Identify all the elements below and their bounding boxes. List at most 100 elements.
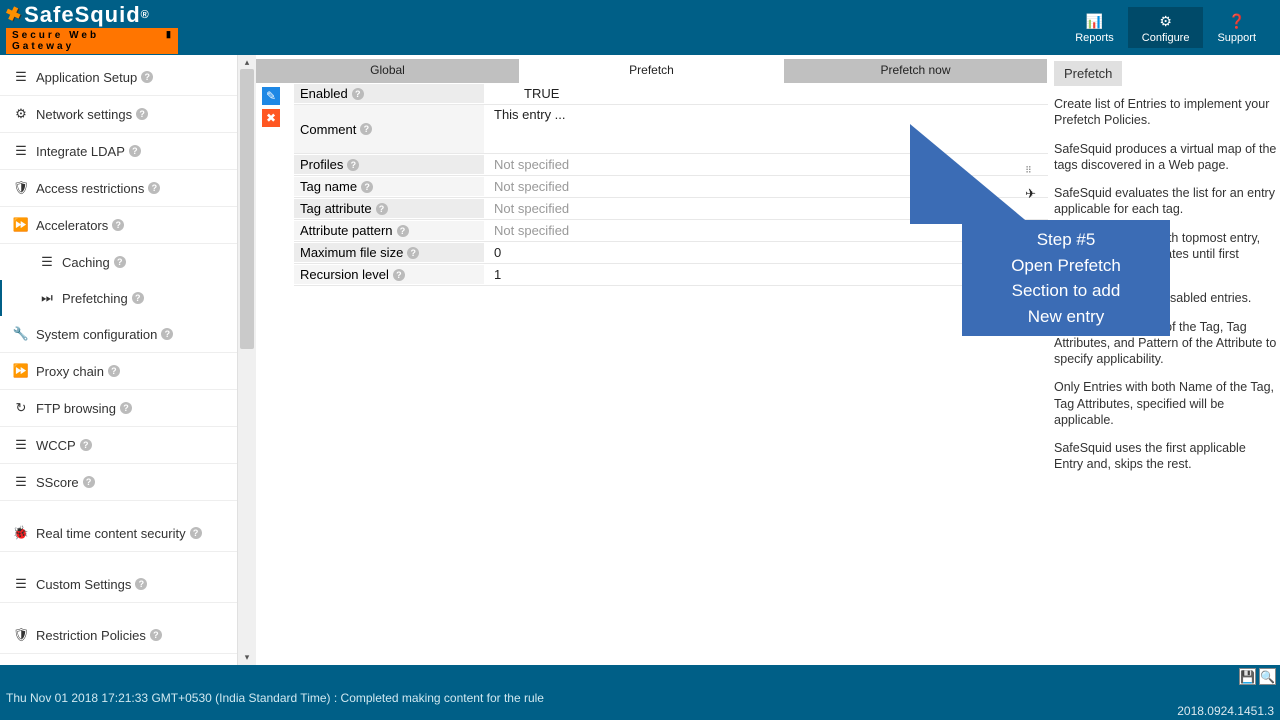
logo-text: ✖ SafeSquid ® (6, 2, 178, 28)
help-badge-icon[interactable]: ? (108, 365, 120, 377)
help-badge-icon[interactable]: ? (150, 629, 162, 641)
sidebar-scrollbar[interactable]: ▴ ▾ (238, 55, 256, 665)
configure-label: Configure (1142, 32, 1190, 44)
right-panel-text: SafeSquid produces a virtual map of the … (1054, 141, 1278, 174)
help-badge-icon[interactable]: ? (376, 203, 388, 215)
help-badge-icon[interactable]: ? (129, 145, 141, 157)
help-badge-icon[interactable]: ? (352, 88, 364, 100)
help-badge-icon[interactable]: ? (83, 476, 95, 488)
sidebar-item-label: Integrate LDAP (36, 144, 125, 159)
search-button[interactable]: 🔍 (1259, 668, 1276, 685)
sidebar-item-network[interactable]: ⚙Network settings? (0, 96, 237, 133)
reports-button[interactable]: 📊 Reports (1061, 7, 1128, 48)
logo-subtitle: Secure Web Gateway (6, 28, 178, 54)
help-badge-icon[interactable]: ? (141, 71, 153, 83)
sidebar-item-label: Restriction Policies (36, 628, 146, 643)
sliders-icon: ☰ (12, 576, 30, 592)
help-badge-icon[interactable]: ? (148, 182, 160, 194)
row-maxfile: Maximum file size? 0 (294, 242, 1048, 264)
sidebar-item-label: Caching (62, 255, 110, 270)
sidebar-item-accelerators[interactable]: ⏩Accelerators? (0, 207, 237, 244)
help-badge-icon[interactable]: ? (132, 292, 144, 304)
wrench-icon: ✖ (3, 2, 25, 27)
callout-line: Step #5 (962, 227, 1170, 253)
field-label: Tag attribute? (294, 199, 484, 218)
right-panel-title: Prefetch (1054, 61, 1122, 86)
sidebar-item-caching[interactable]: ☰ Caching? (0, 244, 237, 280)
right-panel-text: Create list of Entries to implement your… (1054, 96, 1278, 129)
callout-line: Open Prefetch (962, 253, 1170, 279)
help-badge-icon[interactable]: ? (360, 123, 372, 135)
sidebar-item-ldap[interactable]: ☰ Integrate LDAP? (0, 133, 237, 170)
forward-icon: ⏩ (12, 363, 30, 379)
help-badge-icon[interactable]: ? (361, 181, 373, 193)
header-nav: 📊 Reports ⚙ Configure ❓ Support (1061, 7, 1270, 48)
right-panel-text: SafeSquid evaluates the list for an entr… (1054, 185, 1278, 218)
sliders-icon: ☰ (12, 69, 30, 85)
help-icon: ❓ (1217, 13, 1256, 30)
header-bar: ✖ SafeSquid ® Secure Web Gateway 📊 Repor… (0, 0, 1280, 55)
field-value: TRUE (484, 84, 569, 103)
sidebar-item-label: System configuration (36, 327, 157, 342)
field-value: 1 (484, 265, 511, 284)
sidebar-item-label: Network settings (36, 107, 132, 122)
support-label: Support (1217, 32, 1256, 44)
help-badge-icon[interactable]: ? (112, 219, 124, 231)
sidebar-item-label: Access restrictions (36, 181, 144, 196)
sidebar-item-proxy[interactable]: ⏩Proxy chain? (0, 353, 237, 390)
sidebar-item-label: FTP browsing (36, 401, 116, 416)
help-badge-icon[interactable]: ? (80, 439, 92, 451)
sidebar-item-realtime[interactable]: 🐞Real time content security? (0, 515, 237, 552)
help-badge-icon[interactable]: ? (190, 527, 202, 539)
sidebar-item-app-setup[interactable]: ☰ Application Setup? (0, 59, 237, 96)
help-badge-icon[interactable]: ? (114, 256, 126, 268)
field-label: Enabled? (294, 84, 484, 103)
sidebar: ☰ Application Setup? ⚙Network settings? ☰… (0, 55, 238, 665)
sidebar-item-wccp[interactable]: ☰WCCP? (0, 427, 237, 464)
save-button[interactable]: 💾 (1239, 668, 1256, 685)
logo-reg: ® (141, 9, 150, 21)
logo-main: SafeSquid (24, 2, 141, 28)
scroll-thumb[interactable] (240, 69, 254, 349)
tab-prefetch[interactable]: Prefetch (520, 59, 784, 83)
scroll-up-icon[interactable]: ▴ (238, 57, 256, 68)
help-badge-icon[interactable]: ? (161, 328, 173, 340)
field-label: Tag name? (294, 177, 484, 196)
support-button[interactable]: ❓ Support (1203, 7, 1270, 48)
sidebar-item-sscore[interactable]: ☰SScore? (0, 464, 237, 501)
scroll-down-icon[interactable]: ▾ (238, 652, 256, 663)
chart-icon: 📊 (1075, 13, 1114, 30)
sidebar-item-restrict[interactable]: 🛡Restriction Policies? (0, 617, 237, 654)
help-badge-icon[interactable]: ? (407, 247, 419, 259)
field-label: Maximum file size? (294, 243, 484, 262)
help-badge-icon[interactable]: ? (397, 225, 409, 237)
tabs: Global Prefetch Prefetch now (256, 59, 1048, 83)
reports-label: Reports (1075, 32, 1114, 44)
sidebar-item-sysconf[interactable]: 🔧System configuration? (0, 316, 237, 353)
sidebar-item-ftp[interactable]: ↻FTP browsing? (0, 390, 237, 427)
skip-icon: ⏭ (38, 290, 56, 306)
list-icon: ☰ (12, 143, 30, 159)
db-icon: ☰ (38, 254, 56, 270)
sidebar-item-custom[interactable]: ☰Custom Settings? (0, 566, 237, 603)
edit-button[interactable]: ✎ (262, 87, 280, 105)
field-value: Not specified (484, 199, 579, 218)
bug-icon: 🐞 (12, 525, 30, 541)
field-label: Recursion level? (294, 265, 484, 284)
right-panel: Prefetch Create list of Entries to imple… (1048, 55, 1280, 665)
tab-prefetch-now[interactable]: Prefetch now (784, 59, 1048, 83)
field-value: Not specified (484, 177, 579, 196)
tab-global[interactable]: Global (256, 59, 520, 83)
configure-button[interactable]: ⚙ Configure (1128, 7, 1204, 48)
sidebar-item-access[interactable]: 🛡Access restrictions? (0, 170, 237, 207)
sidebar-item-prefetching[interactable]: ⏭Prefetching? (0, 280, 237, 316)
sidebar-item-label: Application Setup (36, 70, 137, 85)
help-badge-icon[interactable]: ? (347, 159, 359, 171)
help-badge-icon[interactable]: ? (136, 108, 148, 120)
field-value: This entry ... (484, 105, 576, 124)
help-badge-icon[interactable]: ? (393, 269, 405, 281)
help-badge-icon[interactable]: ? (120, 402, 132, 414)
delete-button[interactable]: ✖ (262, 109, 280, 127)
content: Global Prefetch Prefetch now ✎ ✖ Enabled… (256, 55, 1280, 665)
help-badge-icon[interactable]: ? (135, 578, 147, 590)
